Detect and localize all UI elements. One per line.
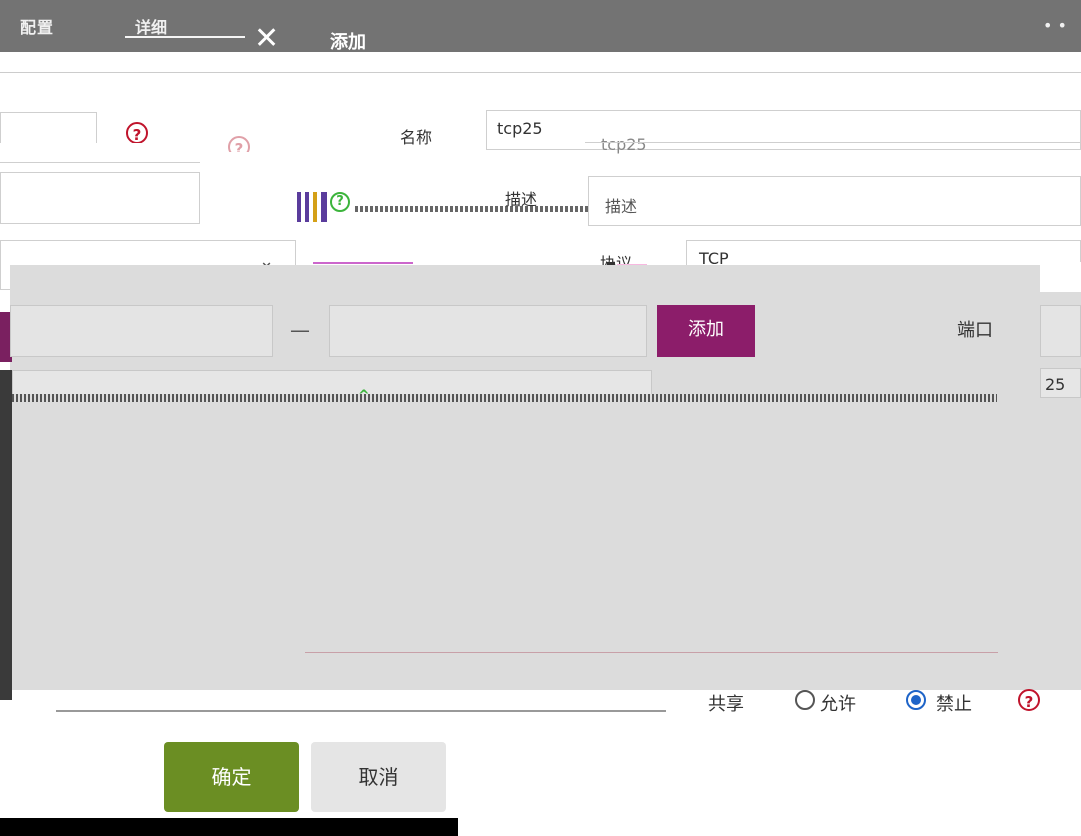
range-end-input[interactable] [329, 305, 647, 357]
close-icon[interactable]: ✕ [254, 24, 279, 54]
name-input-value: tcp25 [497, 119, 543, 138]
help-icon[interactable]: ? [330, 192, 350, 212]
port-input[interactable] [1040, 305, 1081, 357]
divider [56, 710, 666, 712]
share-allow-label: 允许 [820, 694, 856, 715]
cancel-button[interactable]: 取消 [311, 742, 446, 812]
header-separator [0, 52, 1081, 73]
left-field-2[interactable] [0, 172, 200, 224]
divider [12, 394, 997, 402]
name-label: 名称 [400, 128, 433, 147]
desc-input-placeholder: 描述 [605, 197, 638, 216]
port-list[interactable]: 25 [1040, 368, 1081, 398]
glitch-icon [297, 192, 327, 222]
tab-config[interactable]: 配置 [20, 14, 54, 38]
share-label: 共享 [708, 694, 744, 715]
tab-underline [125, 36, 245, 38]
more-icon[interactable]: • • [1043, 16, 1067, 35]
range-start-input[interactable] [10, 305, 273, 357]
help-icon[interactable]: ? [1018, 689, 1040, 711]
name-input[interactable]: tcp25 tcp25 [486, 110, 1081, 154]
tab-detail[interactable]: 详细 [135, 14, 167, 38]
tab-add[interactable]: 添加 [330, 28, 366, 54]
help-icon[interactable]: ? [126, 122, 148, 144]
add-range-button[interactable]: 添加 [657, 305, 755, 357]
overlay-strip [0, 143, 200, 163]
title-bar: 配置 详细 ✕ 添加 • • [0, 0, 1081, 54]
range-dash: — [290, 318, 310, 342]
port-label: 端口 [957, 320, 993, 341]
divider [313, 262, 413, 264]
share-deny-label: 禁止 [936, 694, 972, 715]
desc-input[interactable]: 描述 [588, 176, 1081, 226]
share-allow-radio[interactable] [795, 690, 815, 710]
divider [585, 142, 1081, 143]
name-input-ghost: tcp25 [601, 135, 647, 154]
port-list-item[interactable]: 25 [1045, 375, 1065, 394]
caret-up-icon: ^ [358, 388, 370, 404]
share-deny-radio[interactable] [906, 690, 926, 710]
left-scrollbar[interactable] [0, 370, 12, 700]
overlay-block [1040, 262, 1081, 292]
divider [305, 652, 998, 653]
desc-label: 描述 [505, 190, 538, 209]
bottom-bar [0, 818, 458, 836]
confirm-button[interactable]: 确定 [164, 742, 299, 812]
